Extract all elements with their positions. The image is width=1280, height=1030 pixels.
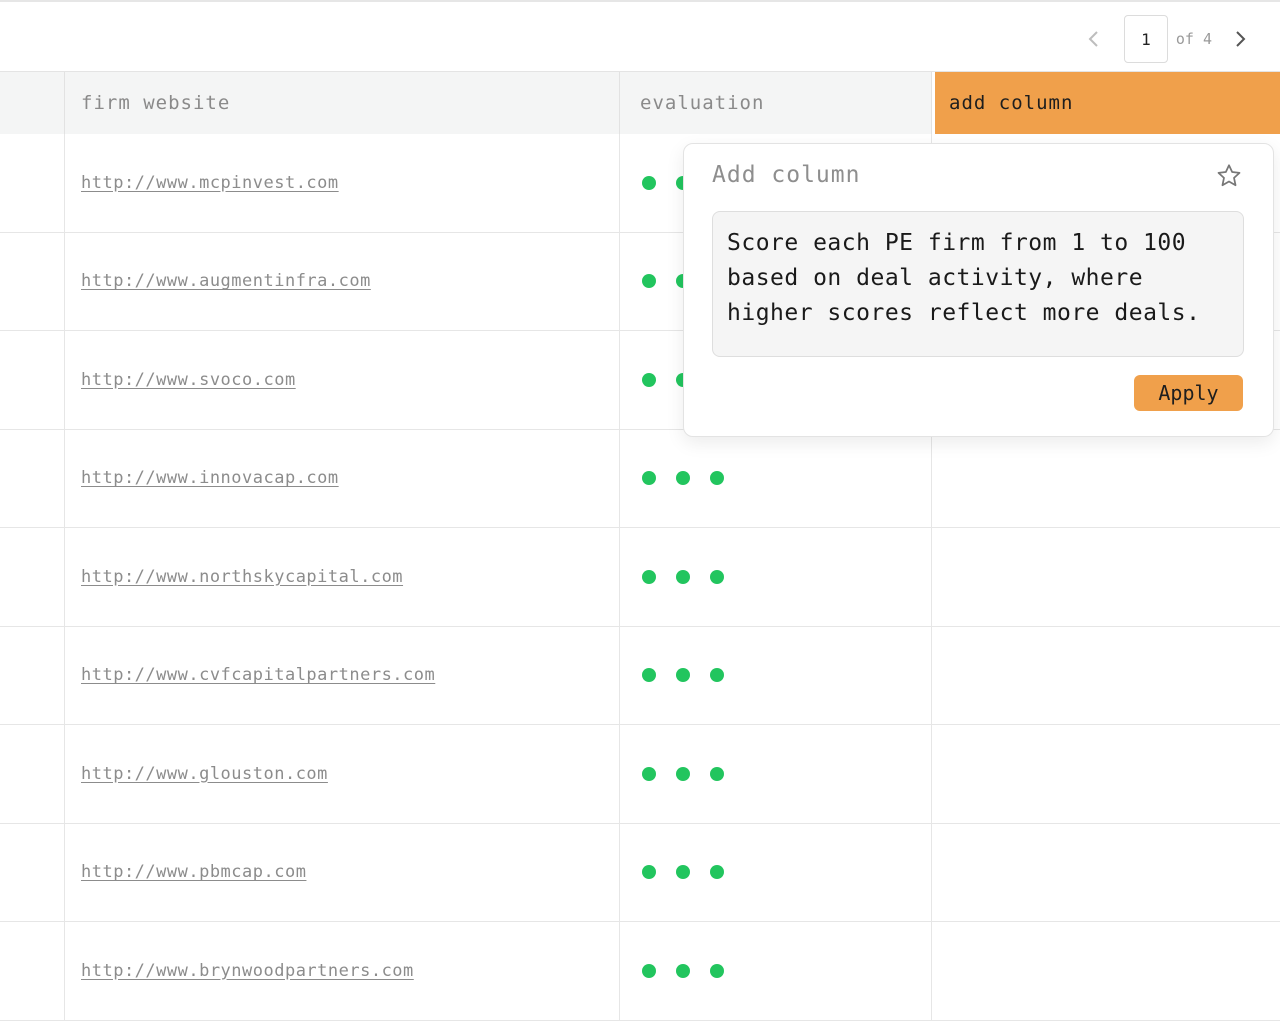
firm-website-link[interactable]: http://www.pbmcap.com — [81, 862, 306, 882]
table-row: http://www.pbmcap.com — [0, 823, 1280, 922]
evaluation-cell — [620, 528, 932, 626]
firm-website-link[interactable]: http://www.brynwoodpartners.com — [81, 961, 414, 981]
table-row: http://www.innovacap.com — [0, 429, 1280, 528]
added-column-cell — [932, 528, 1280, 626]
added-column-cell — [932, 725, 1280, 823]
firm-website-link[interactable]: http://www.svoco.com — [81, 370, 296, 390]
loading-indicator — [640, 766, 724, 781]
loading-indicator — [640, 865, 724, 880]
loading-dot — [642, 372, 656, 387]
table-row: http://www.brynwoodpartners.com — [0, 922, 1280, 1021]
row-leading-cell — [0, 725, 65, 823]
star-icon[interactable] — [1215, 162, 1243, 190]
chevron-right-icon — [1236, 31, 1246, 47]
previous-page-button[interactable] — [1076, 21, 1112, 57]
table-row: http://www.cvfcapitalpartners.com — [0, 626, 1280, 725]
row-leading-cell — [0, 429, 65, 527]
page-count-label: of 4 — [1176, 30, 1212, 48]
loading-dot — [710, 668, 724, 683]
firm-website-cell: http://www.mcpinvest.com — [65, 134, 620, 232]
row-leading-cell — [0, 134, 65, 232]
added-column-cell — [932, 627, 1280, 725]
top-toolbar: 1 of 4 — [0, 0, 1280, 72]
apply-button[interactable]: Apply — [1134, 375, 1243, 411]
add-column-popover: Add column Score each PE firm from 1 to … — [683, 143, 1274, 437]
evaluation-cell — [620, 725, 932, 823]
loading-indicator — [640, 569, 724, 584]
loading-dot — [642, 471, 656, 486]
table-header: firm website evaluation add column — [0, 72, 1280, 134]
of-label: of — [1175, 30, 1194, 48]
added-column-cell — [932, 922, 1280, 1020]
add-column-header-button[interactable]: add column — [935, 72, 1280, 134]
loading-dot — [642, 175, 656, 190]
firm-website-cell: http://www.innovacap.com — [65, 429, 620, 527]
header-cell-blank — [0, 72, 65, 134]
added-column-cell — [932, 430, 1280, 528]
loading-dot — [710, 963, 724, 978]
evaluation-cell — [620, 922, 932, 1020]
loading-dot — [676, 865, 690, 880]
evaluation-cell — [620, 626, 932, 724]
loading-dot — [642, 569, 656, 584]
firm-website-link[interactable]: http://www.innovacap.com — [81, 468, 339, 488]
row-leading-cell — [0, 922, 65, 1020]
table-row: http://www.northskycapital.com — [0, 528, 1280, 627]
loading-dot — [642, 766, 656, 781]
firm-website-link[interactable]: http://www.cvfcapitalpartners.com — [81, 665, 435, 685]
table-row: http://www.glouston.com — [0, 725, 1280, 824]
firm-website-cell: http://www.cvfcapitalpartners.com — [65, 626, 620, 724]
loading-dot — [642, 865, 656, 880]
loading-dot — [676, 963, 690, 978]
header-firm-website[interactable]: firm website — [65, 72, 620, 134]
row-leading-cell — [0, 232, 65, 330]
row-leading-cell — [0, 528, 65, 626]
chevron-left-icon — [1088, 31, 1098, 47]
loading-dot — [710, 569, 724, 584]
firm-website-cell: http://www.pbmcap.com — [65, 823, 620, 921]
firm-website-cell: http://www.svoco.com — [65, 331, 620, 429]
firm-website-cell: http://www.northskycapital.com — [65, 528, 620, 626]
current-page-input[interactable]: 1 — [1123, 15, 1168, 63]
firm-website-link[interactable]: http://www.northskycapital.com — [81, 567, 403, 587]
evaluation-cell — [620, 823, 932, 921]
added-column-cell — [932, 824, 1280, 922]
popover-title: Add column — [712, 162, 861, 188]
column-prompt-textarea[interactable]: Score each PE firm from 1 to 100 based o… — [712, 211, 1244, 357]
header-evaluation[interactable]: evaluation — [620, 72, 932, 134]
total-pages: 4 — [1202, 30, 1212, 48]
firm-website-cell: http://www.glouston.com — [65, 725, 620, 823]
loading-dot — [710, 766, 724, 781]
loading-indicator — [640, 668, 724, 683]
next-page-button[interactable] — [1222, 21, 1258, 57]
loading-dot — [642, 963, 656, 978]
loading-dot — [642, 274, 656, 289]
loading-indicator — [640, 963, 724, 978]
row-leading-cell — [0, 823, 65, 921]
firm-website-cell: http://www.augmentinfra.com — [65, 232, 620, 330]
loading-dot — [710, 471, 724, 486]
loading-dot — [710, 865, 724, 880]
loading-dot — [642, 668, 656, 683]
firm-website-link[interactable]: http://www.glouston.com — [81, 764, 328, 784]
loading-indicator — [640, 471, 724, 486]
loading-dot — [676, 569, 690, 584]
firm-website-cell: http://www.brynwoodpartners.com — [65, 922, 620, 1020]
row-leading-cell — [0, 626, 65, 724]
firm-website-link[interactable]: http://www.mcpinvest.com — [81, 173, 339, 193]
firm-website-link[interactable]: http://www.augmentinfra.com — [81, 271, 371, 291]
loading-dot — [676, 668, 690, 683]
evaluation-cell — [620, 429, 932, 527]
pagination: 1 of 4 — [1076, 14, 1258, 64]
loading-dot — [676, 471, 690, 486]
loading-dot — [676, 766, 690, 781]
row-leading-cell — [0, 331, 65, 429]
